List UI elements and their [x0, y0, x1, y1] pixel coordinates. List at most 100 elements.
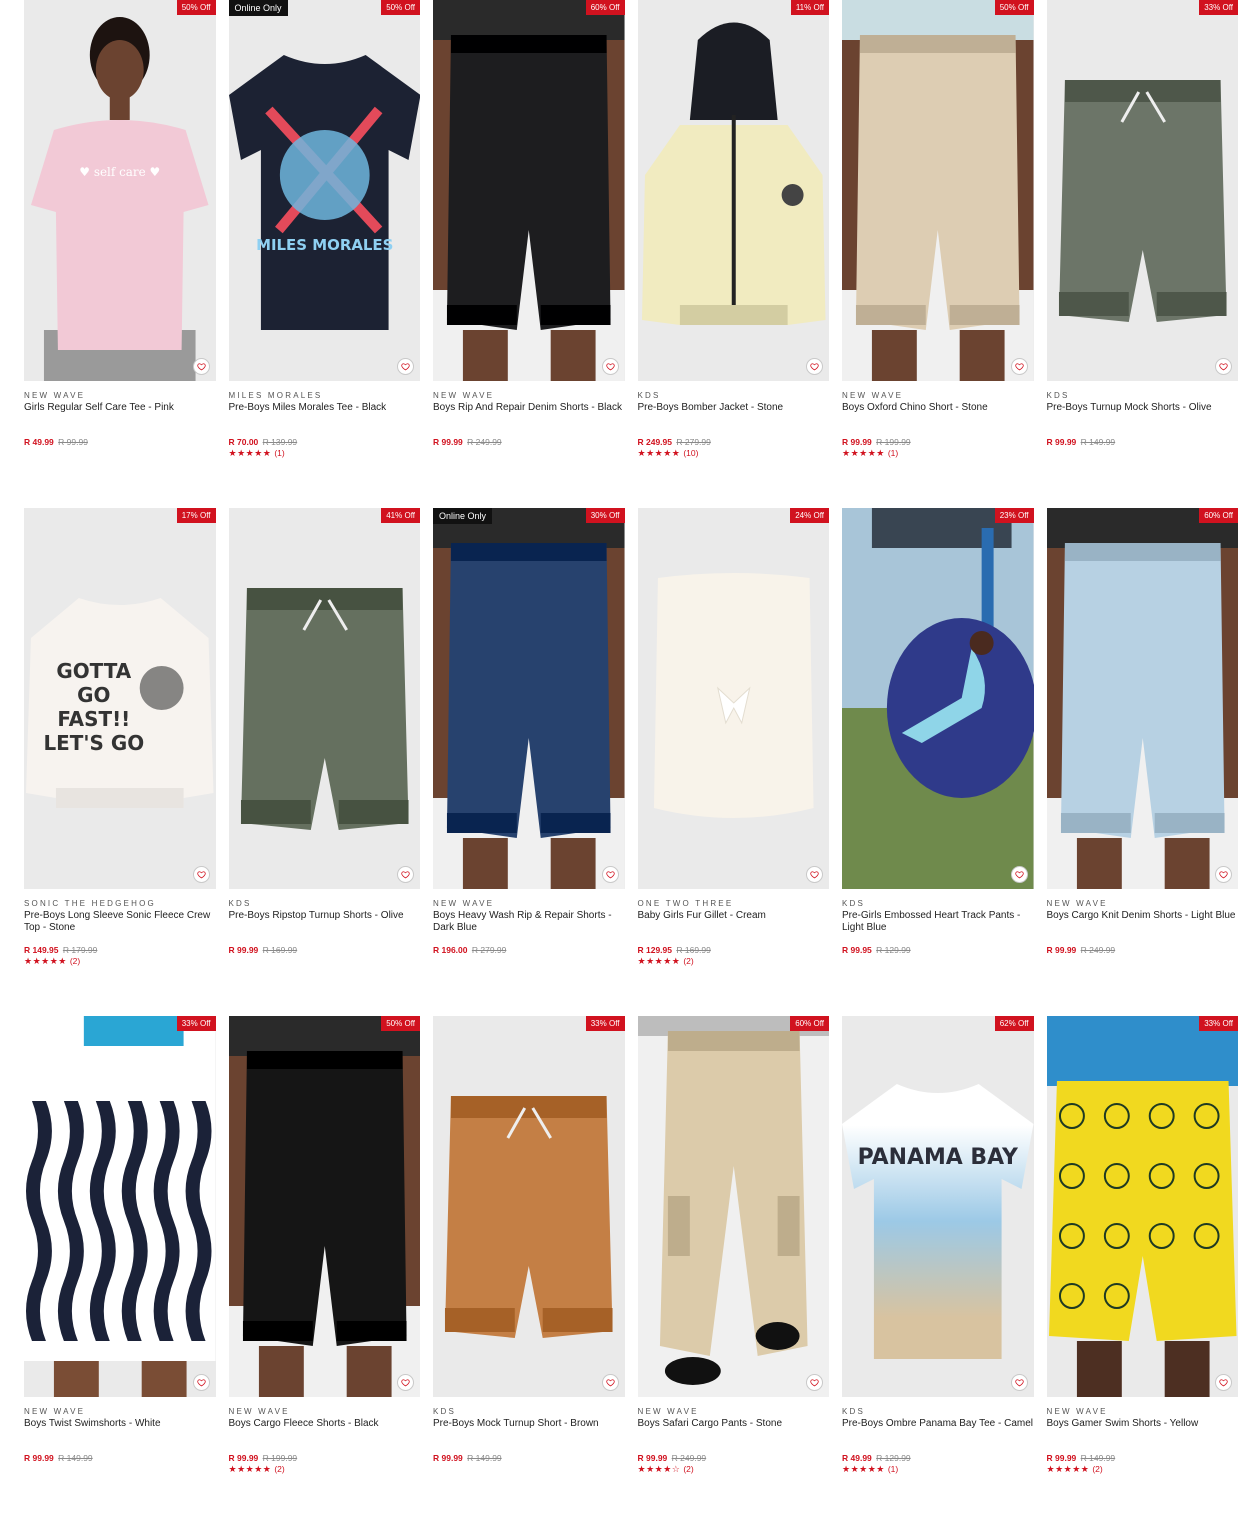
product-title[interactable]: Baby Girls Fur Gillet - Cream [638, 910, 830, 936]
product-photo [637, 0, 829, 381]
product-title[interactable]: Pre-Boys Ripstop Turnup Shorts - Olive [229, 910, 421, 936]
product-image[interactable]: 33% Off [24, 1016, 216, 1397]
current-price: R 99.99 [24, 1453, 54, 1463]
rating-stars-icon: ★★★★★ [1046, 1464, 1090, 1474]
product-image[interactable]: MILES MORALES Online Only 50% Off [228, 0, 420, 381]
product-rating: ★★★★☆ (2) [638, 1464, 830, 1474]
wishlist-heart-icon[interactable] [1215, 866, 1232, 883]
wishlist-heart-icon[interactable] [601, 1374, 619, 1391]
wishlist-heart-icon[interactable] [397, 866, 414, 883]
review-count: (10) [683, 448, 699, 458]
wishlist-heart-icon[interactable] [806, 866, 823, 883]
wishlist-heart-icon[interactable] [601, 866, 619, 883]
product-photo [433, 0, 625, 381]
product-image[interactable]: 60% Off [1046, 508, 1238, 889]
product-image[interactable]: 41% Off [228, 508, 420, 889]
product-title[interactable]: Boys Safari Cargo Pants - Stone [638, 1418, 830, 1444]
review-count: (2) [683, 1464, 694, 1474]
review-count: (2) [69, 956, 81, 966]
product-brand: KDS [637, 391, 661, 400]
product-image[interactable]: 33% Off [1046, 1016, 1238, 1397]
product-card[interactable]: 33% Off NEW WAVE Boys Gamer Swim Shorts … [1046, 1016, 1239, 1524]
wishlist-heart-icon[interactable] [1010, 866, 1028, 883]
product-image[interactable]: 33% Off [433, 1016, 625, 1397]
product-card[interactable]: 23% Off KDS Pre-Girls Embossed Heart Tra… [842, 508, 1034, 1016]
discount-badge: 24% Off [790, 508, 829, 523]
wishlist-heart-icon[interactable] [192, 358, 210, 375]
wishlist-heart-icon[interactable] [192, 1374, 210, 1391]
product-card[interactable]: PANAMA BAY 62% Off KDS Pre-Boys Ombre Pa… [842, 1016, 1034, 1524]
product-card[interactable]: 33% Off KDS Pre-Boys Turnup Mock Shorts … [1046, 0, 1239, 508]
product-card[interactable]: 33% Off NEW WAVE Boys Twist Swimshorts -… [24, 1016, 216, 1524]
wishlist-heart-icon[interactable] [1010, 358, 1028, 375]
product-card[interactable]: 50% Off NEW WAVE Boys Oxford Chino Short… [842, 0, 1034, 508]
wishlist-heart-icon[interactable] [806, 358, 823, 375]
wishlist-heart-icon[interactable] [1215, 1374, 1232, 1391]
product-card[interactable]: 60% Off NEW WAVE Boys Safari Cargo Pants… [637, 1016, 830, 1524]
wishlist-heart-icon[interactable] [1010, 1374, 1028, 1391]
wishlist-heart-icon[interactable] [397, 358, 414, 375]
product-image[interactable]: PANAMA BAY 62% Off [842, 1016, 1034, 1397]
product-price-block: R 99.99 R 149.99 [24, 1453, 216, 1463]
product-title[interactable]: Pre-Boys Miles Morales Tee - Black [229, 402, 421, 428]
wishlist-heart-icon[interactable] [192, 866, 210, 883]
product-title[interactable]: Girls Regular Self Care Tee - Pink [24, 402, 216, 428]
current-price: R 99.99 [433, 437, 463, 447]
shoe [664, 1357, 721, 1385]
current-price: R 99.99 [1046, 1453, 1077, 1463]
product-title[interactable]: Boys Heavy Wash Rip & Repair Shorts - Da… [433, 910, 625, 936]
product-image[interactable]: GOTTA GO FAST!! LET'S GO 17% Off [24, 508, 216, 889]
product-title[interactable]: Boys Twist Swimshorts - White [24, 1418, 216, 1444]
wishlist-heart-icon[interactable] [397, 1374, 414, 1391]
product-card[interactable]: Online Only 30% Off NEW WAVE Boys Heavy … [433, 508, 625, 1016]
product-image[interactable]: 24% Off [637, 508, 829, 889]
product-image[interactable]: 33% Off [1046, 0, 1238, 381]
product-card[interactable]: 50% Off NEW WAVE Boys Cargo Fleece Short… [228, 1016, 421, 1524]
product-title[interactable]: Boys Rip And Repair Denim Shorts - Black [433, 402, 625, 428]
product-rating: ★★★★★ (10) [638, 448, 830, 458]
wishlist-heart-icon[interactable] [601, 358, 619, 375]
current-price: R 99.99 [228, 945, 259, 955]
shoe [755, 1322, 800, 1350]
product-image[interactable]: Online Only 30% Off [433, 508, 625, 889]
product-image[interactable]: 50% Off [842, 0, 1034, 381]
product-card[interactable]: GOTTA GO FAST!! LET'S GO 17% Off SONIC THE … [24, 508, 216, 1016]
product-card[interactable]: 60% Off NEW WAVE Boys Cargo Knit Denim S… [1046, 508, 1239, 1016]
discount-badge: 33% Off [1199, 0, 1238, 15]
product-title[interactable]: Boys Gamer Swim Shorts - Yellow [1047, 1418, 1239, 1444]
product-image[interactable]: 11% Off [637, 0, 829, 381]
product-image[interactable]: 50% Off [228, 1016, 420, 1397]
product-title[interactable]: Boys Cargo Knit Denim Shorts - Light Blu… [1047, 910, 1239, 936]
product-title[interactable]: Pre-Boys Ombre Panama Bay Tee - Camel [842, 1418, 1034, 1444]
product-card[interactable]: 11% Off KDS Pre-Boys Bomber Jacket - Sto… [637, 0, 830, 508]
waistband [1064, 80, 1221, 102]
product-card[interactable]: 33% Off KDS Pre-Boys Mock Turnup Short -… [433, 1016, 625, 1524]
product-card[interactable]: MILES MORALES Online Only 50% Off MILES … [228, 0, 421, 508]
original-price: R 279.99 [676, 437, 711, 447]
review-count: (1) [887, 448, 899, 458]
product-title[interactable]: Boys Oxford Chino Short - Stone [842, 402, 1034, 428]
product-card[interactable]: ♥ self care ♥ 50% Off NEW WAVE Girls Reg… [24, 0, 216, 508]
product-title[interactable]: Pre-Boys Mock Turnup Short - Brown [433, 1418, 625, 1444]
product-title[interactable]: Pre-Boys Turnup Mock Shorts - Olive [1047, 402, 1239, 428]
product-card[interactable]: 24% Off ONE TWO THREE Baby Girls Fur Gil… [637, 508, 830, 1016]
original-price: R 249.99 [671, 1453, 707, 1463]
discount-badge: 30% Off [585, 508, 625, 523]
product-photo [228, 508, 420, 889]
product-photo: MILES MORALES [228, 0, 420, 381]
current-price: R 99.95 [842, 945, 872, 955]
product-image[interactable]: ♥ self care ♥ 50% Off [24, 0, 216, 381]
product-brand: KDS [1046, 391, 1070, 400]
product-title[interactable]: Pre-Boys Long Sleeve Sonic Fleece Crew T… [24, 910, 216, 936]
current-price: R 99.99 [228, 1453, 259, 1463]
product-title[interactable]: Pre-Girls Embossed Heart Track Pants - L… [842, 910, 1034, 936]
product-image[interactable]: 23% Off [842, 508, 1034, 889]
product-card[interactable]: 41% Off KDS Pre-Boys Ripstop Turnup Shor… [228, 508, 421, 1016]
product-title[interactable]: Boys Cargo Fleece Shorts - Black [229, 1418, 421, 1444]
product-card[interactable]: 60% Off NEW WAVE Boys Rip And Repair Den… [433, 0, 625, 508]
wishlist-heart-icon[interactable] [806, 1374, 823, 1391]
product-image[interactable]: 60% Off [433, 0, 625, 381]
wishlist-heart-icon[interactable] [1215, 358, 1232, 375]
product-image[interactable]: 60% Off [637, 1016, 829, 1397]
product-title[interactable]: Pre-Boys Bomber Jacket - Stone [638, 402, 830, 428]
